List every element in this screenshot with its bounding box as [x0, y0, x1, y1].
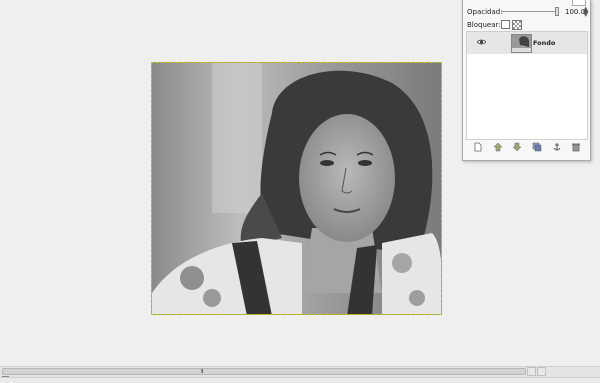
opacity-row: Opacidad: 100.0 ▲ ▼: [467, 6, 588, 18]
scrollbar-grip: III: [201, 369, 204, 375]
opacity-label: Opacidad:: [467, 8, 503, 16]
horizontal-scrollbar[interactable]: III: [0, 366, 600, 377]
lock-pixels-checkbox[interactable]: [501, 20, 510, 29]
visibility-eye-icon[interactable]: [477, 39, 486, 45]
delete-layer-icon[interactable]: [571, 142, 581, 152]
lower-layer-icon[interactable]: [512, 142, 522, 152]
duplicate-layer-icon[interactable]: [532, 142, 542, 152]
new-layer-icon[interactable]: [473, 142, 483, 152]
dialog-top-strip: [463, 0, 590, 6]
lock-label: Bloquear:: [467, 21, 501, 29]
scroll-left-button[interactable]: [527, 367, 536, 376]
opacity-slider-track[interactable]: [501, 11, 557, 12]
status-bar: [0, 377, 600, 383]
scroll-right-button[interactable]: [537, 367, 546, 376]
lock-alpha-icon[interactable]: [512, 20, 522, 30]
layers-dialog: Opacidad: 100.0 ▲ ▼ Bloquear: Fondo: [462, 0, 591, 161]
anchor-layer-icon[interactable]: [552, 142, 562, 152]
layer-name: Fondo: [533, 39, 556, 47]
layer-thumbnail: [511, 34, 532, 53]
layer-row-fondo[interactable]: Fondo: [467, 32, 587, 54]
opacity-spinner-icon[interactable]: ▲ ▼: [583, 6, 588, 18]
grayscale-portrait-image[interactable]: [151, 62, 442, 315]
opacity-slider-handle[interactable]: [555, 7, 559, 16]
layer-list[interactable]: Fondo: [466, 31, 588, 140]
raise-layer-icon[interactable]: [493, 142, 503, 152]
scrollbar-thumb[interactable]: III: [2, 368, 526, 375]
layer-buttons-bar: [466, 140, 586, 154]
